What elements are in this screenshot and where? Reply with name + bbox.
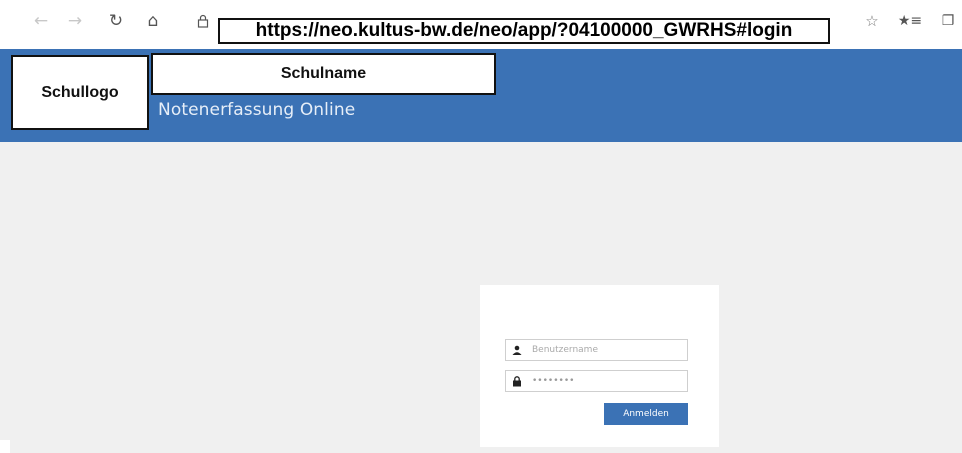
arrow-left-icon[interactable]: ← bbox=[28, 8, 54, 34]
lock-icon bbox=[190, 8, 216, 34]
collections-icon[interactable]: ❐ bbox=[935, 8, 961, 34]
school-logo: Schullogo bbox=[11, 55, 149, 130]
lock-icon bbox=[506, 371, 528, 391]
arrow-right-icon[interactable]: → bbox=[62, 8, 88, 34]
username-field[interactable] bbox=[505, 339, 688, 361]
refresh-icon[interactable]: ↻ bbox=[103, 8, 129, 34]
favorites-icon[interactable]: ★≡ bbox=[897, 8, 923, 34]
browser-toolbar: ← → ↻ ⌂ https://neo.kultus-bw.de/neo/app… bbox=[0, 0, 962, 46]
login-button[interactable]: Anmelden bbox=[604, 403, 688, 425]
page-edge bbox=[0, 440, 10, 453]
star-icon[interactable]: ☆ bbox=[859, 8, 885, 34]
address-bar[interactable]: https://neo.kultus-bw.de/neo/app/?041000… bbox=[218, 18, 830, 44]
user-icon bbox=[506, 340, 528, 360]
home-icon[interactable]: ⌂ bbox=[140, 8, 166, 34]
school-name: Schulname bbox=[151, 53, 496, 95]
app-title: Notenerfassung Online bbox=[158, 100, 356, 120]
password-input[interactable] bbox=[528, 372, 686, 390]
password-field[interactable] bbox=[505, 370, 688, 392]
username-input[interactable] bbox=[528, 341, 686, 359]
